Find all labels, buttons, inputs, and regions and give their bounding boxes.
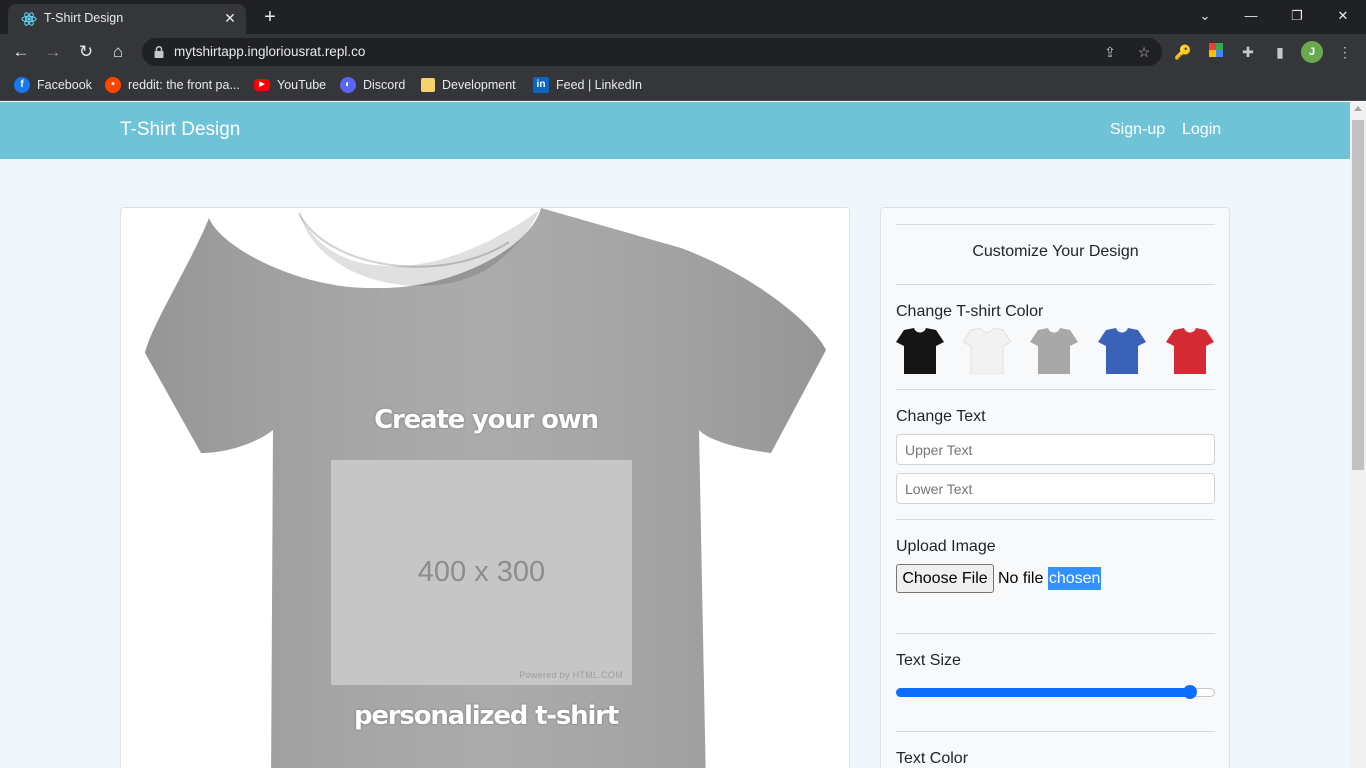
back-button[interactable]: ← (8, 39, 34, 65)
minimize-button[interactable]: — (1237, 4, 1265, 28)
divider (896, 731, 1215, 732)
browser-tab[interactable]: T-Shirt Design ✕ (8, 4, 246, 34)
login-link[interactable]: Login (1182, 121, 1221, 139)
bookmark-label: Development (442, 78, 516, 92)
puzzle-icon[interactable]: ✚ (1238, 42, 1258, 62)
close-window-button[interactable]: ✕ (1329, 4, 1357, 28)
uploaded-image-placeholder: 400 x 300 Powered by HTML.COM (331, 460, 632, 685)
placeholder-powered-by: Powered by HTML.COM (519, 670, 623, 680)
bookmark-label: Feed | LinkedIn (556, 78, 642, 92)
bookmark-discord[interactable]: ◐ Discord (340, 75, 405, 95)
browser-tabstrip: T-Shirt Design ✕ + ⌄ — ❐ ✕ (0, 0, 1366, 34)
divider (896, 224, 1215, 225)
scroll-up-icon[interactable] (1354, 106, 1362, 111)
browser-toolbar: ← → ↻ ⌂ mytshirtapp.ingloriousrat.repl.c… (0, 34, 1366, 70)
forward-button[interactable]: → (40, 39, 66, 65)
bookmark-label: reddit: the front pa... (128, 78, 240, 92)
folder-icon (421, 78, 435, 92)
file-status-text: No file (998, 570, 1044, 587)
placeholder-size-label: 400 x 300 (417, 556, 546, 588)
lower-text-input[interactable] (896, 473, 1215, 504)
share-icon[interactable]: ⇪ (1100, 42, 1120, 62)
bookmark-development[interactable]: Development (421, 75, 516, 95)
panel-title: Customize Your Design (972, 243, 1139, 260)
signup-link[interactable]: Sign-up (1110, 121, 1165, 139)
swatch-gray[interactable] (1030, 328, 1078, 374)
upper-text-input[interactable] (896, 434, 1215, 465)
slider-thumb[interactable] (1183, 685, 1197, 699)
youtube-icon: ▶ (254, 79, 270, 91)
page-scrollbar[interactable] (1350, 102, 1366, 768)
bookmark-linkedin[interactable]: in Feed | LinkedIn (533, 75, 642, 95)
shirt-lower-text: personalized t-shirt (353, 701, 619, 731)
text-size-slider[interactable] (896, 685, 1215, 699)
tshirt-preview: Create your own 400 x 300 Powered by HTM… (120, 207, 850, 768)
react-icon (21, 12, 37, 26)
home-button[interactable]: ⌂ (105, 39, 131, 65)
color-section-label: Change T-shirt Color (896, 303, 1044, 320)
text-color-section-label: Text Color (896, 750, 969, 767)
profile-avatar[interactable]: J (1301, 41, 1323, 63)
tab-title: T-Shirt Design (44, 11, 124, 25)
divider (896, 389, 1215, 390)
reddit-icon: • (105, 77, 121, 93)
divider (896, 519, 1215, 520)
customize-panel: Customize Your Design Change T-shirt Col… (880, 207, 1230, 768)
discord-icon: ◐ (340, 77, 356, 93)
slider-fill (896, 688, 1190, 697)
bookmarks-bar: f Facebook • reddit: the front pa... ▶ Y… (0, 70, 1366, 101)
bookmark-star-icon[interactable]: ☆ (1134, 42, 1154, 62)
new-tab-button[interactable]: + (259, 6, 281, 28)
key-extension-icon[interactable]: 🔑 (1173, 42, 1193, 62)
color-extension-icon[interactable] (1206, 42, 1226, 62)
bookmark-label: Discord (363, 78, 406, 92)
text-section-label: Change Text (896, 408, 986, 425)
address-bar[interactable]: mytshirtapp.ingloriousrat.repl.co ⇪ ☆ (142, 38, 1162, 66)
bookmark-youtube[interactable]: ▶ YouTube (254, 75, 326, 95)
side-panel-icon[interactable]: ▮ (1270, 42, 1290, 62)
choose-file-button[interactable]: Choose File (896, 564, 994, 593)
site-navbar: T-Shirt Design Sign-up Login (0, 102, 1350, 159)
close-tab-icon[interactable]: ✕ (220, 8, 240, 28)
palette-icon (1209, 43, 1223, 57)
menu-kebab-icon[interactable]: ⋮ (1335, 42, 1355, 62)
reload-button[interactable]: ↻ (73, 39, 99, 65)
lock-icon (154, 45, 164, 58)
facebook-icon: f (14, 77, 30, 93)
swatch-black[interactable] (896, 328, 944, 374)
shirt-upper-text: Create your own (374, 405, 599, 435)
upload-section-label: Upload Image (896, 538, 996, 555)
bookmark-label: Facebook (37, 78, 92, 92)
swatch-blue[interactable] (1098, 328, 1146, 374)
tab-search-icon[interactable]: ⌄ (1191, 4, 1219, 28)
file-status-selected-text: chosen (1047, 567, 1102, 590)
divider (896, 633, 1215, 634)
url-text: mytshirtapp.ingloriousrat.repl.co (174, 44, 366, 59)
file-status: No file chosen (998, 567, 1102, 590)
size-section-label: Text Size (896, 652, 961, 669)
bookmark-reddit[interactable]: • reddit: the front pa... (105, 75, 240, 95)
bookmark-label: YouTube (277, 78, 327, 92)
bookmark-facebook[interactable]: f Facebook (14, 75, 92, 95)
scroll-thumb[interactable] (1352, 120, 1364, 470)
swatch-red[interactable] (1166, 328, 1214, 374)
divider (896, 284, 1215, 285)
restore-button[interactable]: ❐ (1283, 4, 1311, 28)
linkedin-icon: in (533, 77, 549, 93)
site-brand[interactable]: T-Shirt Design (120, 119, 240, 141)
swatch-white[interactable] (963, 328, 1011, 374)
